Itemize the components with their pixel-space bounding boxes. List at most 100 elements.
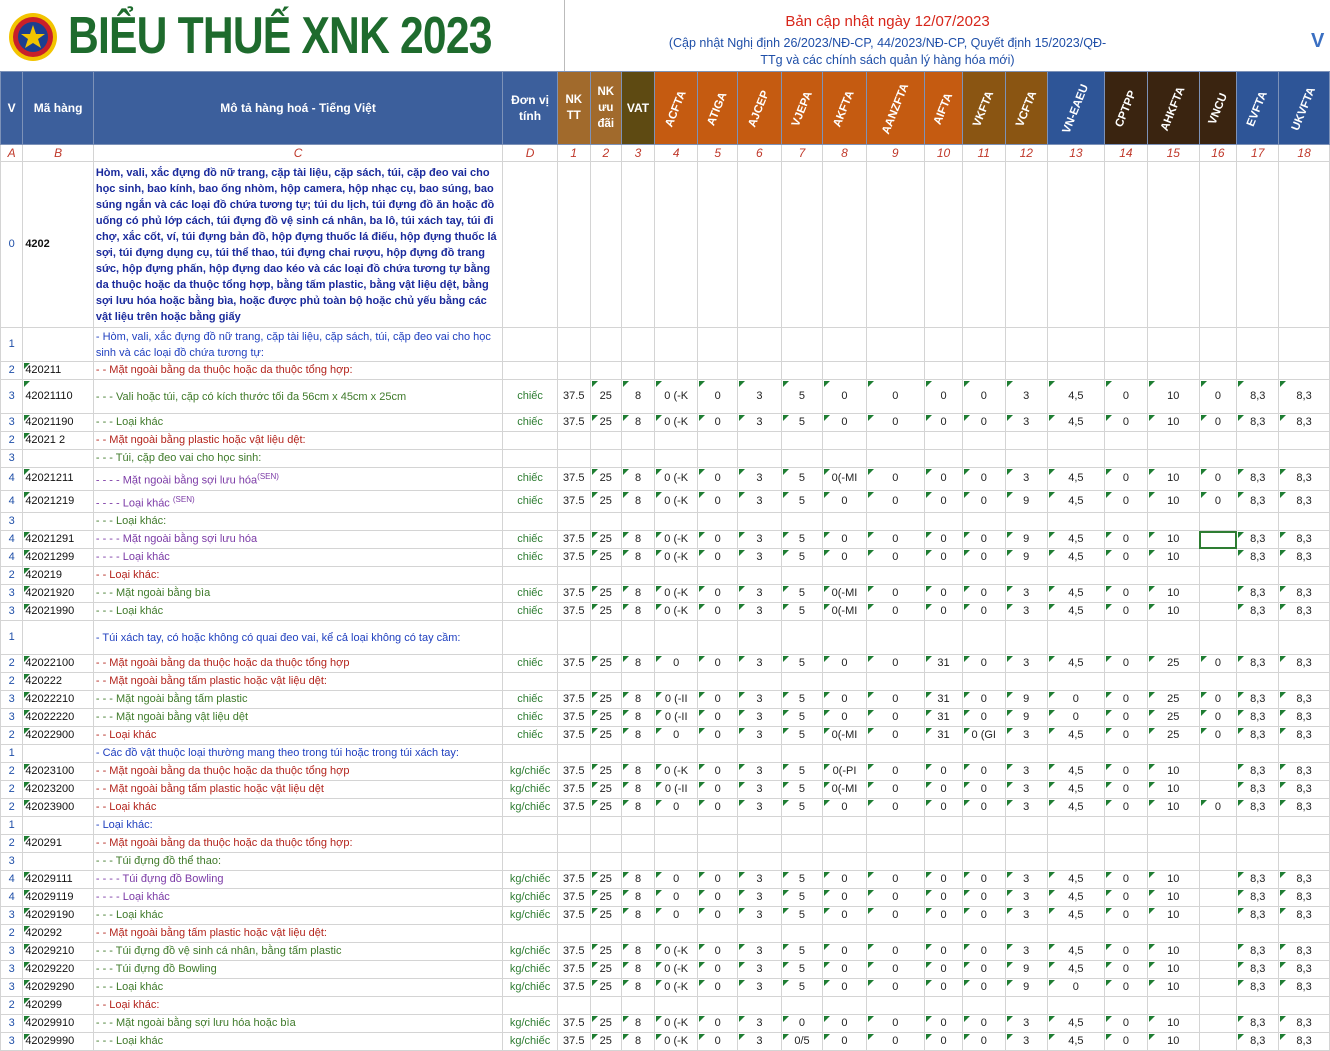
unit-cell[interactable] xyxy=(502,566,558,586)
rate-cell[interactable] xyxy=(923,431,964,450)
rate-cell[interactable]: 8,3 xyxy=(1278,1014,1330,1034)
rate-cell[interactable] xyxy=(923,327,964,362)
rate-cell[interactable] xyxy=(962,361,1006,380)
rate-cell[interactable] xyxy=(654,996,699,1016)
rate-cell[interactable]: 0 xyxy=(697,798,739,818)
hs-code-cell[interactable] xyxy=(22,512,94,532)
rate-cell[interactable]: 3 xyxy=(737,762,782,782)
rate-cell[interactable] xyxy=(1198,566,1238,586)
rate-cell[interactable]: 0 xyxy=(1103,762,1149,782)
rate-cell[interactable]: 8,3 xyxy=(1236,870,1280,890)
unit-cell[interactable]: chiếc xyxy=(502,413,558,432)
hs-code-cell[interactable]: 42029910 xyxy=(22,1014,94,1034)
rate-cell[interactable] xyxy=(1103,161,1149,328)
rate-cell[interactable]: 0 xyxy=(697,960,739,980)
rate-cell[interactable] xyxy=(1198,762,1238,782)
rate-cell[interactable] xyxy=(1004,996,1048,1016)
rate-cell[interactable]: 25 xyxy=(589,978,622,998)
rate-cell[interactable] xyxy=(620,161,656,328)
rate-cell[interactable]: 0(-MI xyxy=(822,602,867,622)
rate-cell[interactable]: 0 xyxy=(822,548,867,568)
rate-cell[interactable] xyxy=(1103,996,1149,1016)
hs-code-cell[interactable]: 42021110 xyxy=(22,379,94,414)
hs-code-cell[interactable] xyxy=(22,449,94,468)
rate-cell[interactable] xyxy=(1278,744,1330,764)
rate-cell[interactable] xyxy=(1198,906,1238,926)
rate-cell[interactable] xyxy=(1236,996,1280,1016)
unit-cell[interactable] xyxy=(502,512,558,532)
level-cell[interactable]: 3 xyxy=(0,602,24,622)
rate-cell[interactable]: 4,5 xyxy=(1046,584,1105,604)
rate-cell[interactable]: 10 xyxy=(1147,978,1200,998)
rate-cell[interactable]: 5 xyxy=(780,602,824,622)
rate-cell[interactable] xyxy=(620,924,656,944)
rate-cell[interactable]: 9 xyxy=(1004,960,1048,980)
rate-cell[interactable]: 0 xyxy=(865,584,926,604)
rate-cell[interactable] xyxy=(1147,512,1200,532)
level-cell[interactable]: 4 xyxy=(0,530,24,550)
rate-cell[interactable] xyxy=(780,361,824,380)
rate-cell[interactable] xyxy=(780,566,824,586)
rate-cell[interactable]: 0 xyxy=(962,379,1006,414)
rate-cell[interactable]: 3 xyxy=(737,489,782,514)
rate-cell[interactable]: 0 xyxy=(1103,467,1149,491)
column-letter[interactable]: 9 xyxy=(865,144,926,162)
rate-cell[interactable]: 31 xyxy=(923,690,964,710)
rate-cell[interactable]: 0 xyxy=(1103,1032,1149,1051)
rate-cell[interactable] xyxy=(654,327,699,362)
description-cell[interactable]: - Túi xách tay, có hoặc không có quai đe… xyxy=(92,620,504,656)
rate-cell[interactable] xyxy=(737,816,782,836)
column-letter[interactable]: A xyxy=(0,144,24,162)
unit-cell[interactable] xyxy=(502,431,558,450)
rate-cell[interactable]: 0 xyxy=(1103,654,1149,674)
rate-cell[interactable] xyxy=(620,852,656,872)
rate-cell[interactable] xyxy=(1046,996,1105,1016)
rate-cell[interactable] xyxy=(1103,924,1149,944)
rate-cell[interactable] xyxy=(1198,888,1238,908)
rate-cell[interactable]: 37.5 xyxy=(556,978,591,998)
rate-cell[interactable] xyxy=(589,672,622,692)
rate-cell[interactable] xyxy=(1103,816,1149,836)
rate-cell[interactable] xyxy=(620,834,656,854)
header-evfta[interactable]: EVFTA xyxy=(1236,71,1280,145)
rate-cell[interactable]: 5 xyxy=(780,467,824,491)
column-letter[interactable]: B xyxy=(22,144,94,162)
rate-cell[interactable] xyxy=(962,449,1006,468)
rate-cell[interactable] xyxy=(865,512,926,532)
rate-cell[interactable]: 4,5 xyxy=(1046,942,1105,962)
rate-cell[interactable] xyxy=(962,161,1006,328)
rate-cell[interactable]: 4,5 xyxy=(1046,467,1105,491)
rate-cell[interactable]: 25 xyxy=(589,906,622,926)
rate-cell[interactable]: 37.5 xyxy=(556,798,591,818)
rate-cell[interactable] xyxy=(1236,566,1280,586)
rate-cell[interactable] xyxy=(923,816,964,836)
rate-cell[interactable] xyxy=(1198,584,1238,604)
rate-cell[interactable] xyxy=(1236,161,1280,328)
rate-cell[interactable]: 25 xyxy=(589,602,622,622)
header-ahkfta[interactable]: AHKFTA xyxy=(1147,71,1200,145)
level-cell[interactable]: 3 xyxy=(0,852,24,872)
rate-cell[interactable] xyxy=(1198,924,1238,944)
rate-cell[interactable]: 8,3 xyxy=(1236,780,1280,800)
rate-cell[interactable] xyxy=(620,449,656,468)
rate-cell[interactable]: 3 xyxy=(1004,726,1048,746)
rate-cell[interactable] xyxy=(556,161,591,328)
rate-cell[interactable] xyxy=(780,672,824,692)
rate-cell[interactable] xyxy=(1198,960,1238,980)
rate-cell[interactable] xyxy=(654,449,699,468)
rate-cell[interactable] xyxy=(1236,852,1280,872)
rate-cell[interactable] xyxy=(780,161,824,328)
rate-cell[interactable]: 0 xyxy=(923,870,964,890)
rate-cell[interactable] xyxy=(654,924,699,944)
rate-cell[interactable] xyxy=(962,744,1006,764)
rate-cell[interactable]: 8 xyxy=(620,960,656,980)
rate-cell[interactable] xyxy=(1198,1032,1238,1051)
rate-cell[interactable]: 0 xyxy=(1103,780,1149,800)
rate-cell[interactable] xyxy=(1278,672,1330,692)
rate-cell[interactable] xyxy=(556,834,591,854)
header-atiga[interactable]: ATIGA xyxy=(697,71,739,145)
hs-code-cell[interactable]: 42023900 xyxy=(22,798,94,818)
rate-cell[interactable] xyxy=(1278,852,1330,872)
hs-code-cell[interactable]: 42021219 xyxy=(22,489,94,514)
rate-cell[interactable] xyxy=(620,744,656,764)
